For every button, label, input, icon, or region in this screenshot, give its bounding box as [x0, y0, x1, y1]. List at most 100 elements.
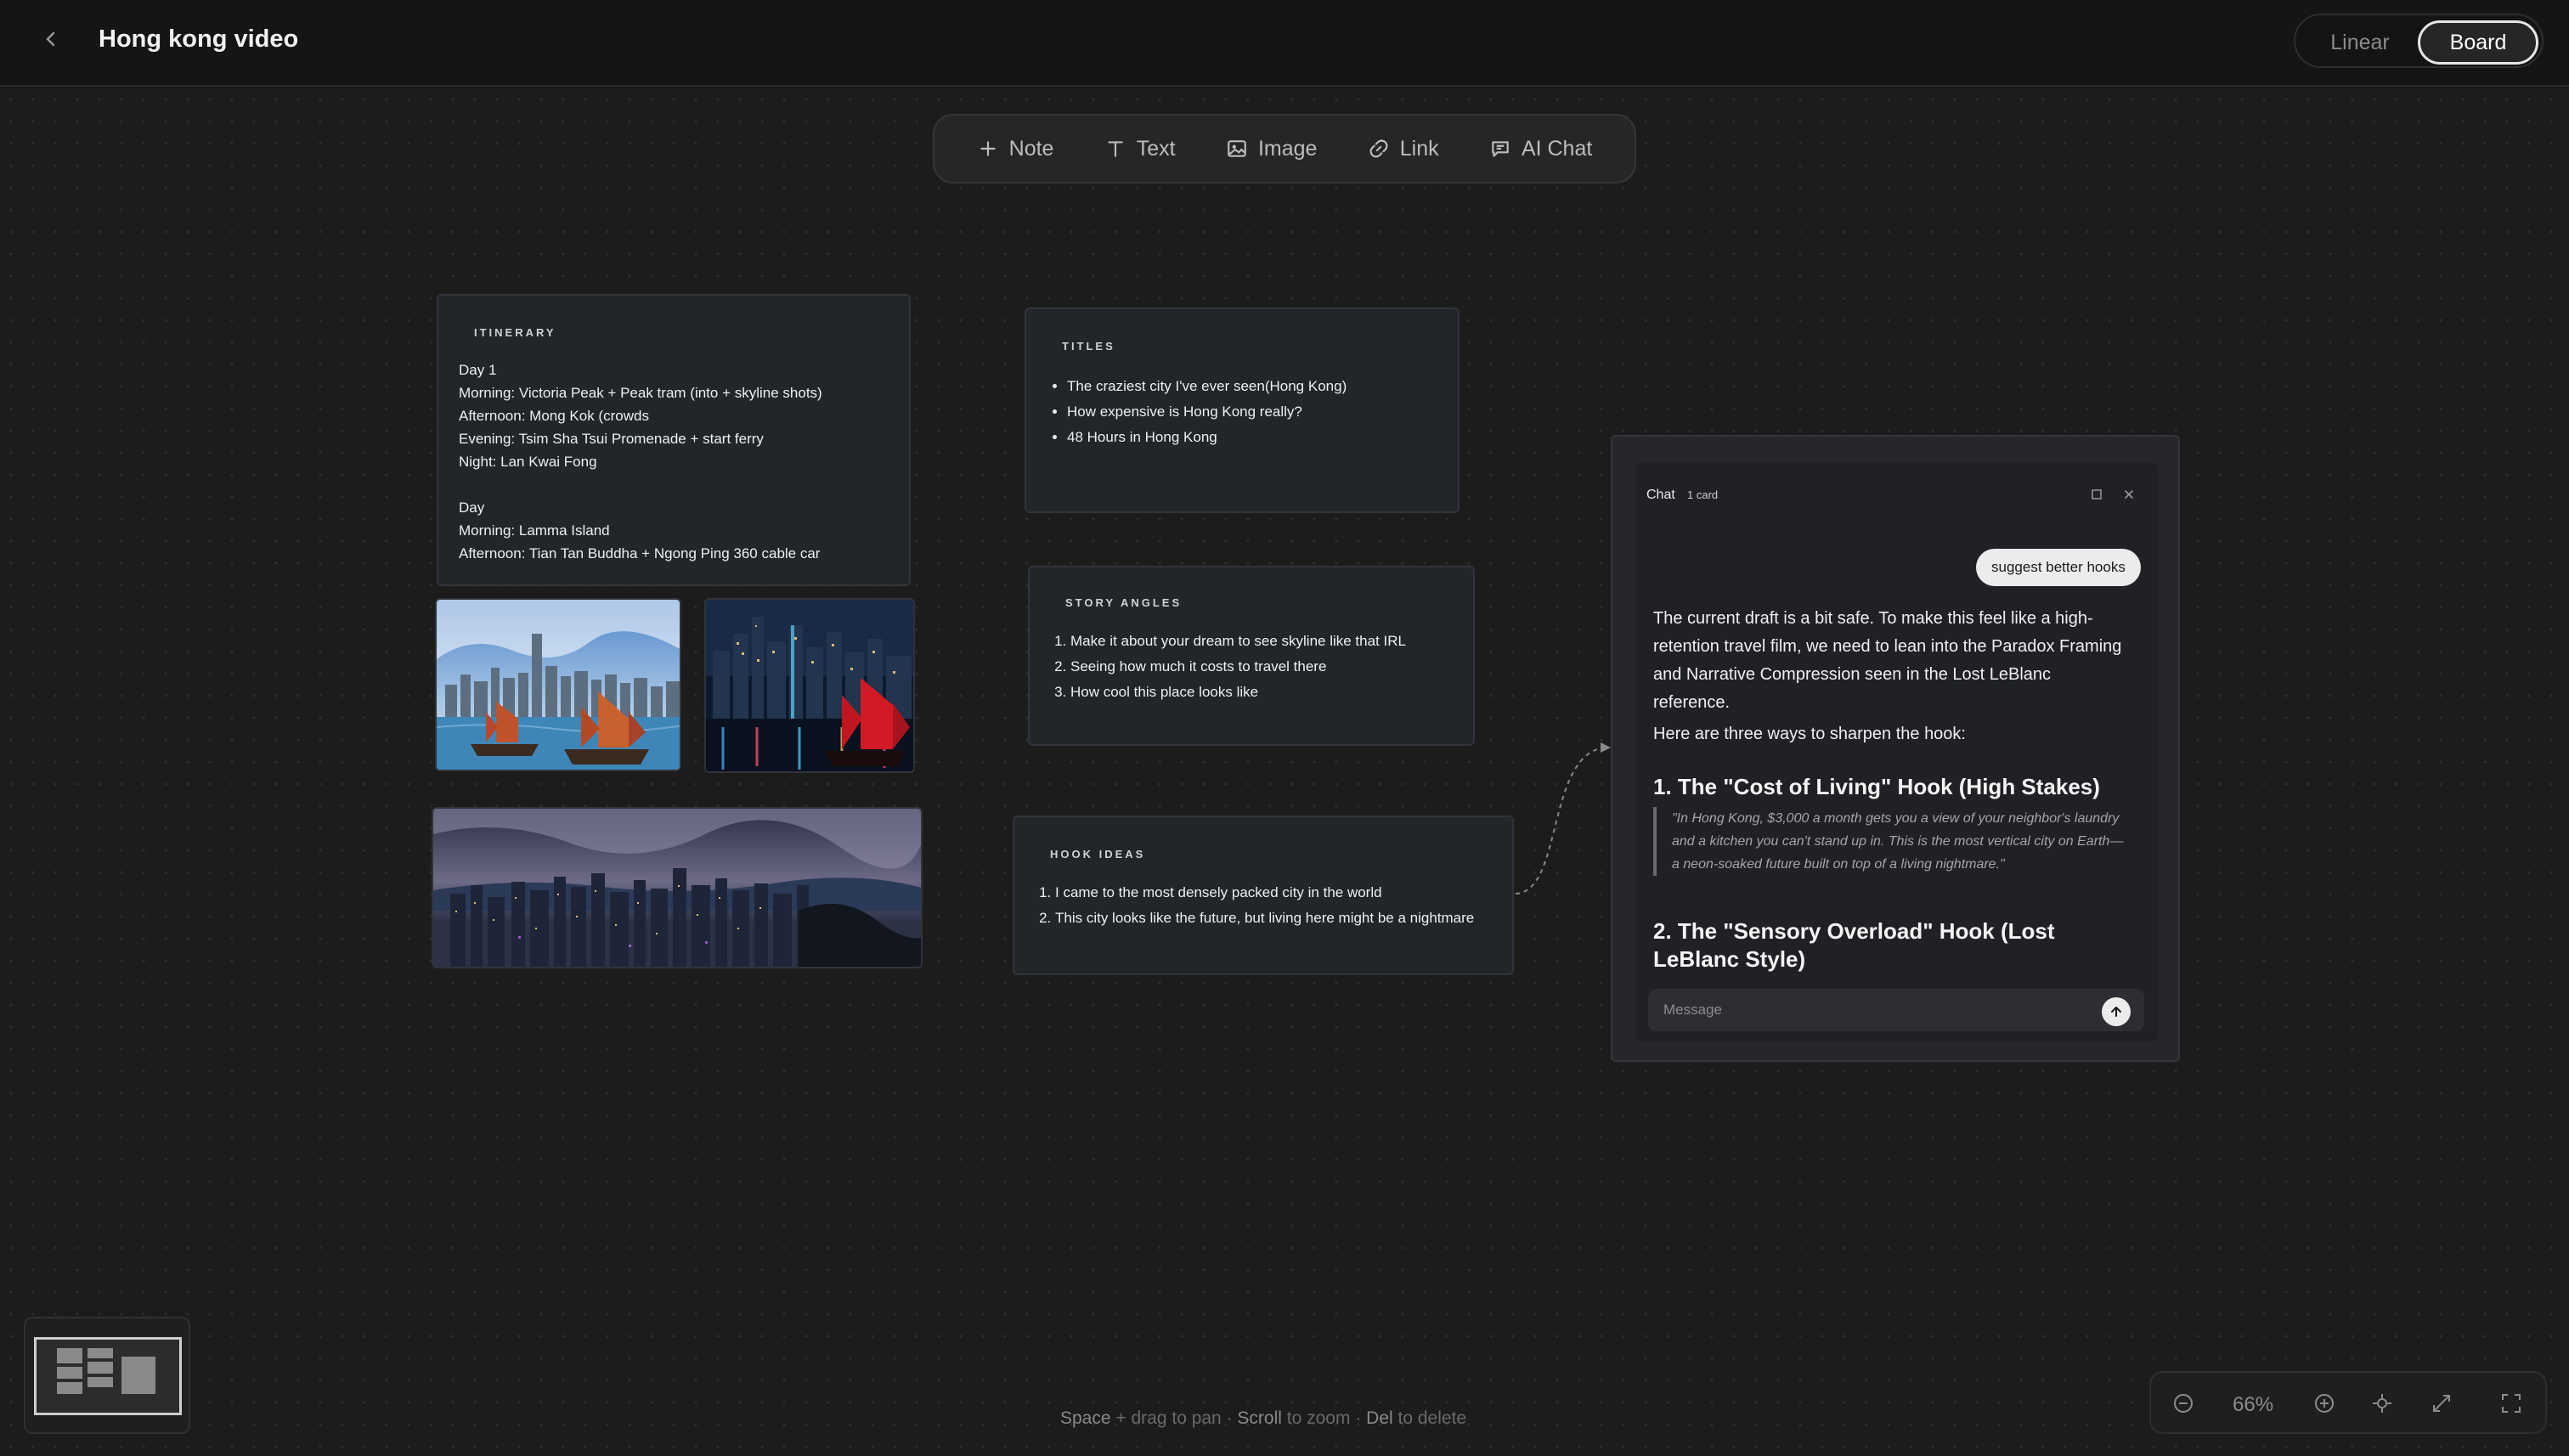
hook-ideas-list: I came to the most densely packed city i…	[1031, 880, 1507, 931]
story-angles-list: Make it about your dream to see skyline …	[1047, 629, 1463, 705]
add-text-label: Text	[1136, 136, 1176, 161]
add-image-label: Image	[1257, 136, 1318, 161]
list-item: How expensive is Hong Kong really?	[1067, 399, 1446, 425]
itinerary-line: Day	[459, 499, 485, 516]
add-note-button[interactable]: Note	[977, 137, 1053, 161]
minimap-card	[88, 1348, 113, 1358]
chat-window: Chat 1 card suggest better hooks The cur…	[1636, 462, 2158, 1041]
page-title: Hong kong video	[99, 25, 299, 53]
hint-text: to zoom ·	[1286, 1408, 1362, 1428]
crosshair-icon	[2373, 1394, 2391, 1413]
expand-arrows-icon	[2433, 1395, 2450, 1412]
add-toolbar: Note Text Image Link AI Chat	[933, 114, 1636, 183]
ai-response-intro: The current draft is a bit safe. To make…	[1653, 609, 2122, 712]
itinerary-lines: Day 1 Morning: Victoria Peak + Peak tram…	[459, 358, 901, 565]
send-button[interactable]	[2102, 997, 2131, 1026]
chevron-left-icon	[46, 31, 55, 47]
hook-1-heading: 1. The "Cost of Living" Hook (High Stake…	[1653, 774, 2100, 799]
card-connector-arrow	[1515, 742, 1611, 894]
message-input[interactable]	[1648, 989, 2144, 1031]
arrow-up-icon	[2111, 1007, 2121, 1017]
minimap-viewport[interactable]	[34, 1337, 182, 1415]
hook-ideas-card[interactable]: HOOK IDEAS I came to the most densely pa…	[1013, 815, 1514, 975]
zoom-in-button[interactable]	[2311, 1390, 2338, 1417]
zoom-level: 66%	[2233, 1393, 2274, 1416]
keyboard-hint: Space + drag to pan · Scroll to zoom · D…	[1060, 1408, 1466, 1429]
expand-icon[interactable]	[2088, 486, 2105, 503]
board-view-button[interactable]: Board	[2418, 20, 2538, 65]
chat-title: Chat	[1646, 488, 1675, 502]
itinerary-line: Morning: Victoria Peak + Peak tram (into…	[459, 385, 822, 401]
card-label: STORY ANGLES	[1065, 596, 1183, 609]
back-button[interactable]	[34, 22, 68, 56]
minimap[interactable]	[24, 1317, 190, 1434]
fullscreen-button[interactable]	[2498, 1390, 2525, 1417]
minimap-card	[57, 1348, 82, 1363]
list-item: 48 Hours in Hong Kong	[1067, 425, 1446, 450]
itinerary-line: Afternoon: Tian Tan Buddha + Ngong Ping …	[459, 545, 821, 562]
night-junk-boat-image	[706, 600, 913, 771]
list-item: How cool this place looks like	[1070, 680, 1463, 705]
board-canvas[interactable]	[0, 88, 2569, 1456]
ai-response-lead: Here are three ways to sharpen the hook:	[1653, 725, 1966, 743]
chat-card-count-badge: 1 card	[1687, 488, 1719, 501]
titles-card[interactable]: TITLES The craziest city I've ever seen(…	[1025, 308, 1460, 513]
zoom-out-icon	[2174, 1394, 2193, 1413]
list-item: Make it about your dream to see skyline …	[1070, 629, 1463, 654]
card-label: TITLES	[1062, 340, 1115, 353]
itinerary-line: Morning: Lamma Island	[459, 522, 610, 539]
top-bar: Hong kong video Linear Board	[0, 0, 2569, 87]
user-message: suggest better hooks	[1976, 549, 2141, 586]
itinerary-line: Night: Lan Kwai Fong	[459, 454, 597, 470]
skyline-panorama-image	[433, 809, 921, 967]
itinerary-line: Day 1	[459, 362, 497, 378]
harbour-junk-boats-image	[437, 600, 680, 770]
add-link-label: Link	[1399, 136, 1439, 161]
hook-1-quote: "In Hong Kong, $3,000 a month gets you a…	[1653, 807, 2129, 876]
close-icon[interactable]	[2120, 486, 2137, 503]
story-angles-card[interactable]: STORY ANGLES Make it about your dream to…	[1028, 566, 1475, 746]
linear-view-button[interactable]: Linear	[2302, 20, 2418, 65]
ai-chat-panel[interactable]: Chat 1 card suggest better hooks The cur…	[1611, 435, 2180, 1062]
recenter-button[interactable]	[2369, 1390, 2396, 1417]
hint-key-space: Space	[1060, 1408, 1111, 1428]
text-icon	[1108, 141, 1123, 157]
itinerary-card[interactable]: ITINERARY Day 1 Morning: Victoria Peak +…	[437, 294, 911, 586]
link-icon	[1369, 139, 1388, 158]
zoom-in-icon	[2315, 1394, 2334, 1413]
minimap-card	[57, 1367, 82, 1379]
itinerary-line	[459, 473, 901, 496]
zoom-controls: 66%	[2149, 1371, 2547, 1434]
image-icon	[1228, 140, 1246, 157]
hook-2-heading: 2. The "Sensory Overload" Hook (Lost LeB…	[1653, 918, 2055, 972]
minimap-card	[88, 1377, 113, 1387]
fullscreen-icon	[2502, 1394, 2521, 1413]
minimap-card	[88, 1362, 113, 1374]
itinerary-line: Afternoon: Mong Kok (crowds	[459, 408, 649, 424]
hint-text: + drag to pan ·	[1115, 1408, 1233, 1428]
list-item: This city looks like the future, but liv…	[1055, 906, 1507, 931]
add-ai-chat-label: AI Chat	[1521, 136, 1593, 161]
hint-key-scroll: Scroll	[1237, 1408, 1282, 1428]
list-item: I came to the most densely packed city i…	[1055, 880, 1507, 906]
hint-text: to delete	[1397, 1408, 1467, 1428]
add-link-button[interactable]: Link	[1368, 137, 1439, 161]
add-image-button[interactable]: Image	[1226, 137, 1317, 161]
card-label: ITINERARY	[474, 326, 556, 339]
hint-key-del: Del	[1366, 1408, 1393, 1428]
titles-list: The craziest city I've ever seen(Hong Ko…	[1047, 374, 1446, 450]
plus-icon	[980, 141, 996, 156]
zoom-out-button[interactable]	[2170, 1390, 2197, 1417]
card-label: HOOK IDEAS	[1050, 848, 1146, 861]
list-item: The craziest city I've ever seen(Hong Ko…	[1067, 374, 1446, 399]
view-toggle: Linear Board	[2294, 14, 2544, 68]
minimap-card	[57, 1382, 82, 1394]
add-text-button[interactable]: Text	[1104, 137, 1176, 161]
photo-harbour-night[interactable]	[704, 598, 915, 773]
photo-harbour-day[interactable]	[435, 598, 681, 771]
chat-icon	[1492, 141, 1509, 157]
add-ai-chat-button[interactable]: AI Chat	[1489, 137, 1592, 161]
fit-to-screen-button[interactable]	[2428, 1390, 2455, 1417]
itinerary-line: Evening: Tsim Sha Tsui Promenade + start…	[459, 431, 764, 447]
photo-skyline-panorama[interactable]	[432, 807, 923, 968]
